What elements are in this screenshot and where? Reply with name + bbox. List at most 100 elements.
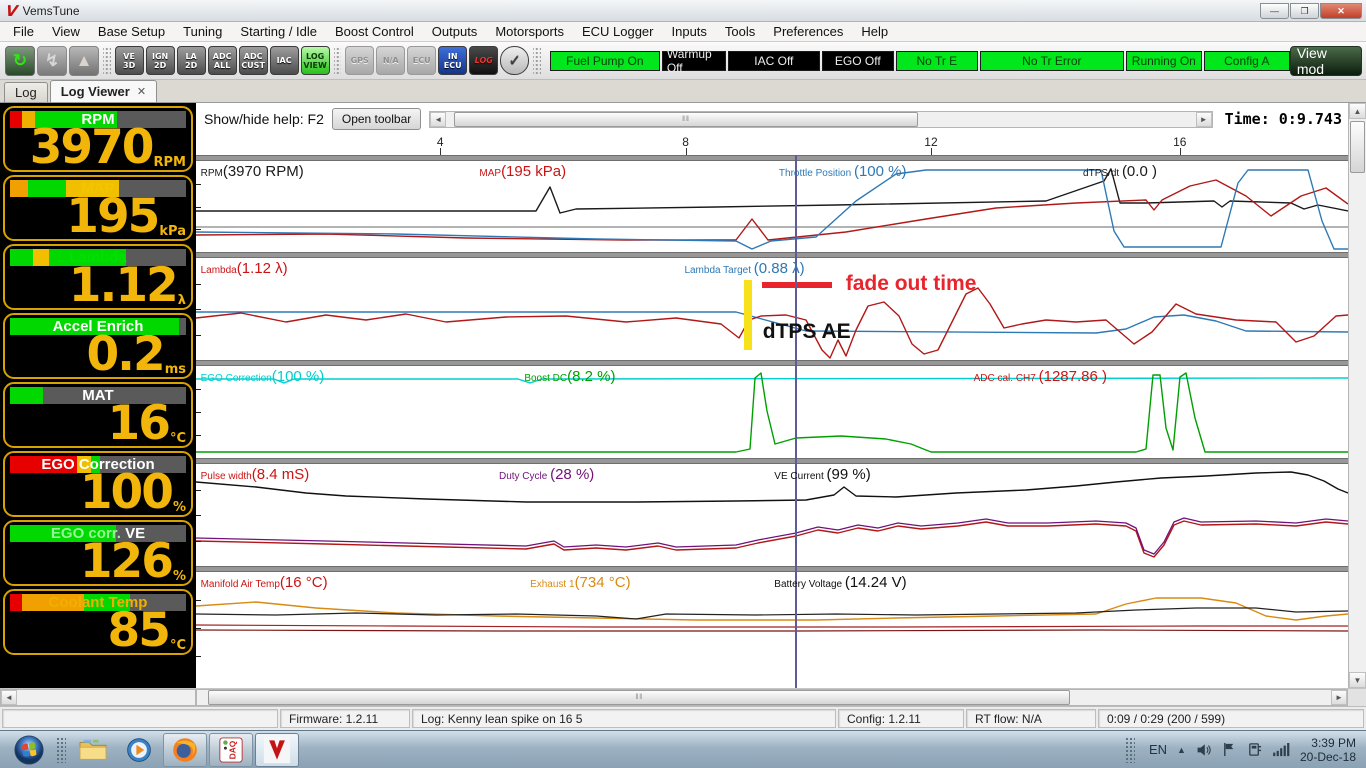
axis-minor-tick <box>196 284 201 285</box>
wmp-icon <box>125 736 153 764</box>
menu-tools[interactable]: Tools <box>716 23 764 40</box>
gauge-lambda: Lambda1.12λ <box>3 244 193 310</box>
signal-label-ve-current: VE Current (99 %) <box>774 466 870 484</box>
media-player-taskbar-item[interactable] <box>117 733 161 767</box>
tab-log-viewer[interactable]: Log Viewer✕ <box>50 80 157 102</box>
menu-tuning[interactable]: Tuning <box>174 23 231 40</box>
sync-icon[interactable]: ↻ <box>5 46 35 76</box>
explorer-icon <box>78 737 108 763</box>
flame-icon[interactable]: ▲ <box>69 46 99 76</box>
menu-ecu-logger[interactable]: ECU Logger <box>573 23 663 40</box>
axis-minor-tick <box>196 628 201 629</box>
start-button[interactable] <box>7 733 51 767</box>
menu-inputs[interactable]: Inputs <box>663 23 716 40</box>
na-button[interactable]: N/A <box>376 46 405 75</box>
vertical-scrollbar[interactable]: ▲ ▼ <box>1348 103 1366 688</box>
chart-panel-1[interactable]: RPM(3970 RPM)MAP(195 kPa)Throttle Positi… <box>196 161 1348 252</box>
tab-bar: LogLog Viewer✕ <box>0 80 1366 103</box>
indicator-iac-off: IAC Off <box>728 51 820 71</box>
indicator-config-a: Config A <box>1204 51 1290 71</box>
status-bar: Firmware: 1.2.11Log: Kenny lean spike on… <box>0 706 1366 730</box>
menu-motorsports[interactable]: Motorsports <box>486 23 573 40</box>
ecu-button[interactable]: ECU <box>407 46 436 75</box>
gauge-accel-enrich: Accel Enrich0.2ms <box>3 313 193 379</box>
toolbar-grip <box>533 47 541 75</box>
toolbar-grip <box>103 47 111 75</box>
close-button[interactable]: ✕ <box>1320 3 1362 19</box>
chart-panel-5[interactable]: Manifold Air Temp(16 °C)Exhaust 1(734 °C… <box>196 572 1348 684</box>
in-ecu-button[interactable]: INECU <box>438 46 467 75</box>
ign-2d-button[interactable]: IGN2D <box>146 46 175 75</box>
axis-tick-mark <box>686 148 687 155</box>
view-mode-button[interactable]: View mod <box>1290 46 1362 76</box>
ve-3d-button[interactable]: VE3D <box>115 46 144 75</box>
sidebar-scrollbar[interactable]: ◄ <box>0 689 196 706</box>
firefox-taskbar-item[interactable] <box>163 733 207 767</box>
safely-remove-device-icon[interactable] <box>1247 742 1262 757</box>
signal-label-lambda: Lambda(1.12 λ) <box>201 260 288 278</box>
menu-preferences[interactable]: Preferences <box>764 23 852 40</box>
scroll-right-icon[interactable]: ► <box>1196 112 1212 127</box>
explorer-taskbar-item[interactable] <box>71 733 115 767</box>
gauge-ego-corr-ve: EGO corr. VE126% <box>3 520 193 586</box>
tab-close-icon[interactable]: ✕ <box>137 85 146 98</box>
chart-scrollbar[interactable]: ‖‖ ► <box>196 689 1348 706</box>
axis-minor-tick <box>196 515 201 516</box>
action-center-flag-icon[interactable] <box>1222 742 1237 757</box>
menu-outputs[interactable]: Outputs <box>423 23 487 40</box>
adc-cust-button[interactable]: ADCCUST <box>239 46 268 75</box>
indicator-no-tr-e: No Tr E <box>896 51 978 71</box>
show-hidden-icons-chevron[interactable]: ▲ <box>1177 745 1186 755</box>
scroll-up-icon[interactable]: ▲ <box>1349 103 1366 119</box>
scroll-right-icon[interactable]: ► <box>1331 690 1347 705</box>
open-toolbar-button[interactable]: Open toolbar <box>332 108 421 130</box>
signal-label-pulse-width: Pulse width(8.4 mS) <box>201 466 310 484</box>
la-2d-button[interactable]: LA2D <box>177 46 206 75</box>
menu-boost-control[interactable]: Boost Control <box>326 23 423 40</box>
status-0: 0:09 / 0:29 (200 / 599) <box>1098 709 1364 728</box>
signal-label-manifold-air-temp: Manifold Air Temp(16 °C) <box>201 574 328 592</box>
time-cursor-line[interactable] <box>795 155 797 688</box>
volume-icon[interactable] <box>1196 743 1212 757</box>
vemstune-taskbar-item[interactable] <box>255 733 299 767</box>
axis-minor-tick <box>196 229 201 230</box>
indicator-warmup-off: Warmup Off <box>662 51 726 71</box>
chart-panel-4[interactable]: Pulse width(8.4 mS)Duty Cycle (28 %)VE C… <box>196 464 1348 566</box>
time-scrollbar[interactable]: ◄ ‖‖ ► <box>429 111 1212 128</box>
taskbar-grip <box>56 737 66 763</box>
firefox-icon <box>171 736 199 764</box>
chart-panels: RPM(3970 RPM)MAP(195 kPa)Throttle Positi… <box>196 155 1348 688</box>
scrollbar-thumb[interactable] <box>1350 121 1365 173</box>
vems-icon <box>263 736 291 764</box>
menu-help[interactable]: Help <box>852 23 897 40</box>
chart-panel-3[interactable]: EGO Correction(100 %)Boost DC(8.2 %)ADC … <box>196 366 1348 458</box>
gauge-value: 126% <box>80 541 186 583</box>
burn-icon[interactable]: ↯ <box>37 46 67 76</box>
scroll-left-icon[interactable]: ◄ <box>1 690 17 705</box>
gps-button[interactable]: GPS <box>345 46 374 75</box>
scrollbar-thumb[interactable]: ‖‖ <box>454 112 919 127</box>
language-indicator[interactable]: EN <box>1149 742 1167 757</box>
minimize-button[interactable]: — <box>1260 3 1289 19</box>
idaq-taskbar-item[interactable]: DAQ <box>209 733 253 767</box>
restore-button[interactable]: ❐ <box>1290 3 1319 19</box>
menu-file[interactable]: File <box>4 23 43 40</box>
iac-button[interactable]: IAC <box>270 46 299 75</box>
check-button[interactable]: ✓ <box>500 46 529 75</box>
menu-base-setup[interactable]: Base Setup <box>89 23 174 40</box>
clock[interactable]: 3:39 PM 20-Dec-18 <box>1300 736 1356 764</box>
tray-grip <box>1125 737 1135 763</box>
network-signal-icon[interactable] <box>1272 743 1290 757</box>
scrollbar-thumb[interactable]: ‖‖ <box>208 690 1070 705</box>
scroll-left-icon[interactable]: ◄ <box>430 112 446 127</box>
axis-tick-label: 12 <box>924 135 937 149</box>
log-view-button[interactable]: LOGVIEW <box>301 46 330 75</box>
log-button[interactable]: LOG <box>469 46 498 75</box>
menu-view[interactable]: View <box>43 23 89 40</box>
adc-all-button[interactable]: ADCALL <box>208 46 237 75</box>
menu-starting-idle[interactable]: Starting / Idle <box>231 23 326 40</box>
chart-panel-2[interactable]: Lambda(1.12 λ)Lambda Target (0.88 λ)fade… <box>196 258 1348 360</box>
tab-log[interactable]: Log <box>4 82 48 102</box>
gauge-value: 100% <box>80 472 186 514</box>
scroll-down-icon[interactable]: ▼ <box>1349 672 1366 688</box>
